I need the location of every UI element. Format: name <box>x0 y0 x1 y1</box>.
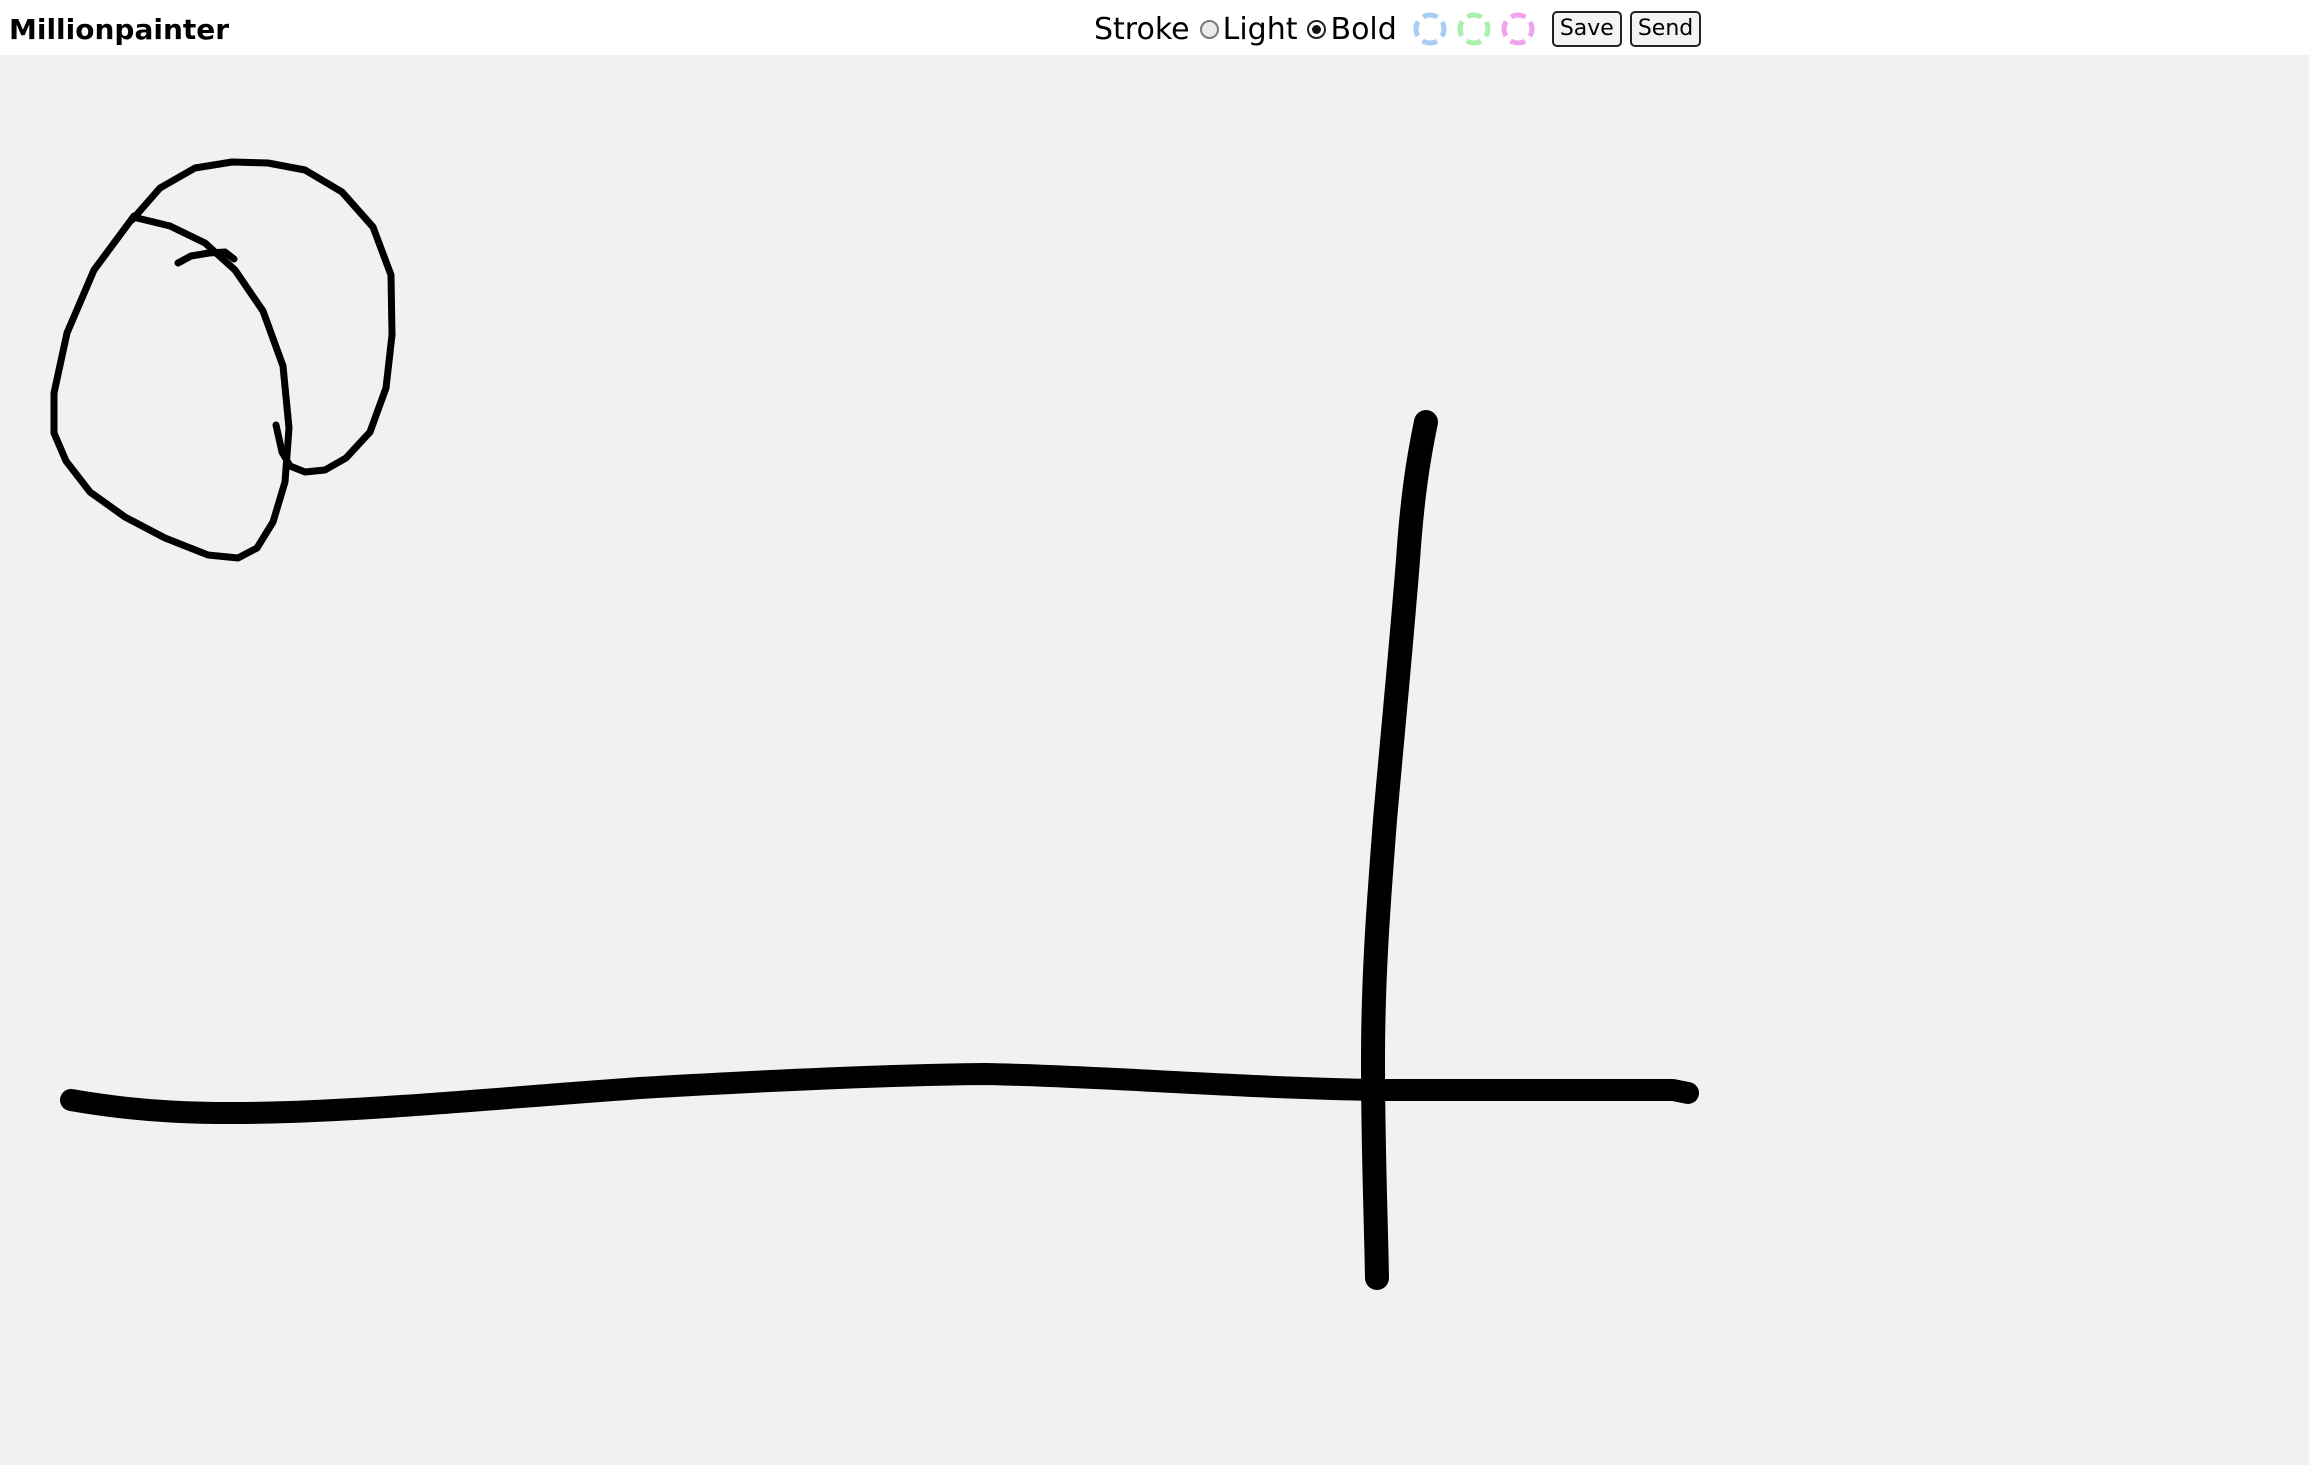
bold-stroke-horizontal <box>60 1063 1699 1125</box>
drawn-strokes <box>50 158 1699 1290</box>
thin-stroke-loop <box>50 212 293 562</box>
bold-stroke-vertical <box>1361 410 1438 1290</box>
